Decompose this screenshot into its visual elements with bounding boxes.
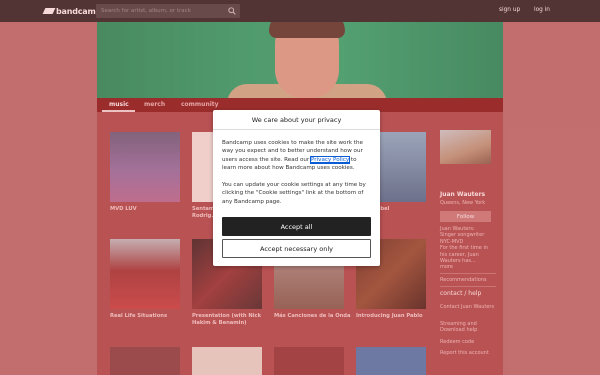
accept-all-button[interactable]: Accept all [222,217,371,236]
cookie-settings-text: You can update your cookie settings at a… [222,182,366,205]
privacy-modal: We care about your privacy Bandcamp uses… [213,110,380,266]
accept-necessary-button[interactable]: Accept necessary only [222,239,371,258]
cookie-explanation: Bandcamp uses cookies to make the site w… [222,139,372,173]
privacy-policy-link[interactable]: Privacy Policy [310,155,351,164]
modal-title: We care about your privacy [213,110,380,130]
